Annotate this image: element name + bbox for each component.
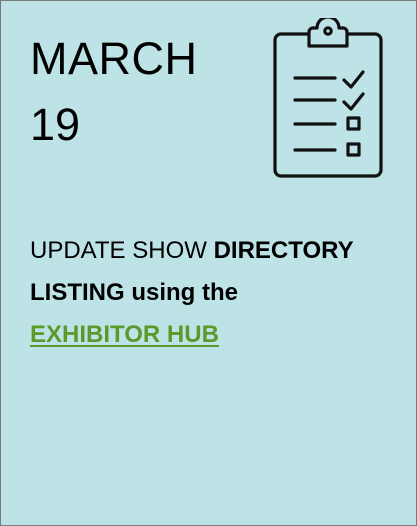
task-card: MARCH 19 UPDATE SHOW DIRECTORY LISTING u… bbox=[0, 0, 417, 526]
date-day: 19 bbox=[30, 99, 81, 150]
exhibitor-hub-link[interactable]: EXHIBITOR HUB bbox=[30, 321, 219, 348]
task-bold-directory: DIRECTORY bbox=[213, 237, 354, 264]
task-prefix: UPDATE SHOW bbox=[30, 237, 207, 264]
clipboard-checklist-icon bbox=[273, 18, 383, 178]
task-bold-listing: LISTING using the bbox=[30, 279, 238, 306]
task-description: UPDATE SHOW DIRECTORY LISTING using the … bbox=[30, 230, 400, 356]
date-month: MARCH bbox=[30, 33, 198, 84]
